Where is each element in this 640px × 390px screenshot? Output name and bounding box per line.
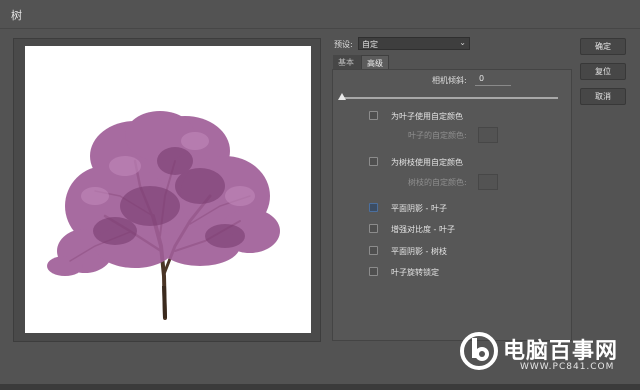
ok-button[interactable]: 确定 <box>580 38 626 55</box>
camera-tilt-value: 0 <box>479 74 485 83</box>
tree-image <box>47 111 280 320</box>
branch-custom-color-label: 为树枝使用自定颜色 <box>391 158 463 167</box>
branch-custom-color-checkbox[interactable] <box>369 157 378 166</box>
reset-button[interactable]: 复位 <box>580 63 626 80</box>
camera-tilt-label: 相机倾斜: <box>432 76 467 85</box>
flat-shading-branches-label: 平面阴影 - 树枝 <box>391 247 447 256</box>
dialog-title: 树 <box>11 9 22 22</box>
camera-tilt-slider-track[interactable] <box>341 97 558 99</box>
chevron-down-icon: ⌄ <box>459 38 466 47</box>
dialog-titlebar: 树 <box>0 0 640 29</box>
enhance-contrast-leaves-checkbox[interactable] <box>369 224 378 233</box>
tab-basic-label: 基本 <box>338 58 354 67</box>
leaf-color-swatch[interactable] <box>478 127 498 143</box>
leaf-custom-color-checkbox[interactable] <box>369 111 378 120</box>
preset-value: 自定 <box>362 40 378 49</box>
flat-shading-leaves-label: 平面阴影 - 叶子 <box>391 204 447 213</box>
tab-advanced[interactable]: 高级 <box>361 55 389 69</box>
leaf-color-sub-label: 叶子的自定颜色: <box>408 131 467 140</box>
branch-color-sub-label: 树枝的自定颜色: <box>408 178 467 187</box>
cancel-button[interactable]: 取消 <box>580 88 626 105</box>
leaf-custom-color-label: 为叶子使用自定颜色 <box>391 112 463 121</box>
branch-color-swatch[interactable] <box>478 174 498 190</box>
tab-advanced-label: 高级 <box>367 59 383 68</box>
camera-tilt-slider-thumb[interactable] <box>338 93 346 100</box>
tree-preview <box>25 46 311 333</box>
tab-basic[interactable]: 基本 <box>333 55 361 69</box>
flat-shading-leaves-checkbox[interactable] <box>369 203 378 212</box>
preset-dropdown[interactable]: 自定 ⌄ <box>358 37 470 50</box>
flat-shading-branches-checkbox[interactable] <box>369 246 378 255</box>
watermark-text: 电脑百事网 <box>503 339 619 364</box>
leaf-rotation-lock-checkbox[interactable] <box>369 267 378 276</box>
watermark-url: WWW.PC841.COM <box>520 362 615 372</box>
watermark-logo-icon <box>460 332 498 370</box>
preset-label: 预设: <box>334 40 353 49</box>
bottom-edge <box>0 384 640 390</box>
leaf-rotation-lock-label: 叶子旋转锁定 <box>391 268 439 277</box>
enhance-contrast-leaves-label: 增强对比度 - 叶子 <box>391 225 455 234</box>
advanced-panel <box>332 69 572 341</box>
camera-tilt-input[interactable]: 0 <box>475 73 511 86</box>
